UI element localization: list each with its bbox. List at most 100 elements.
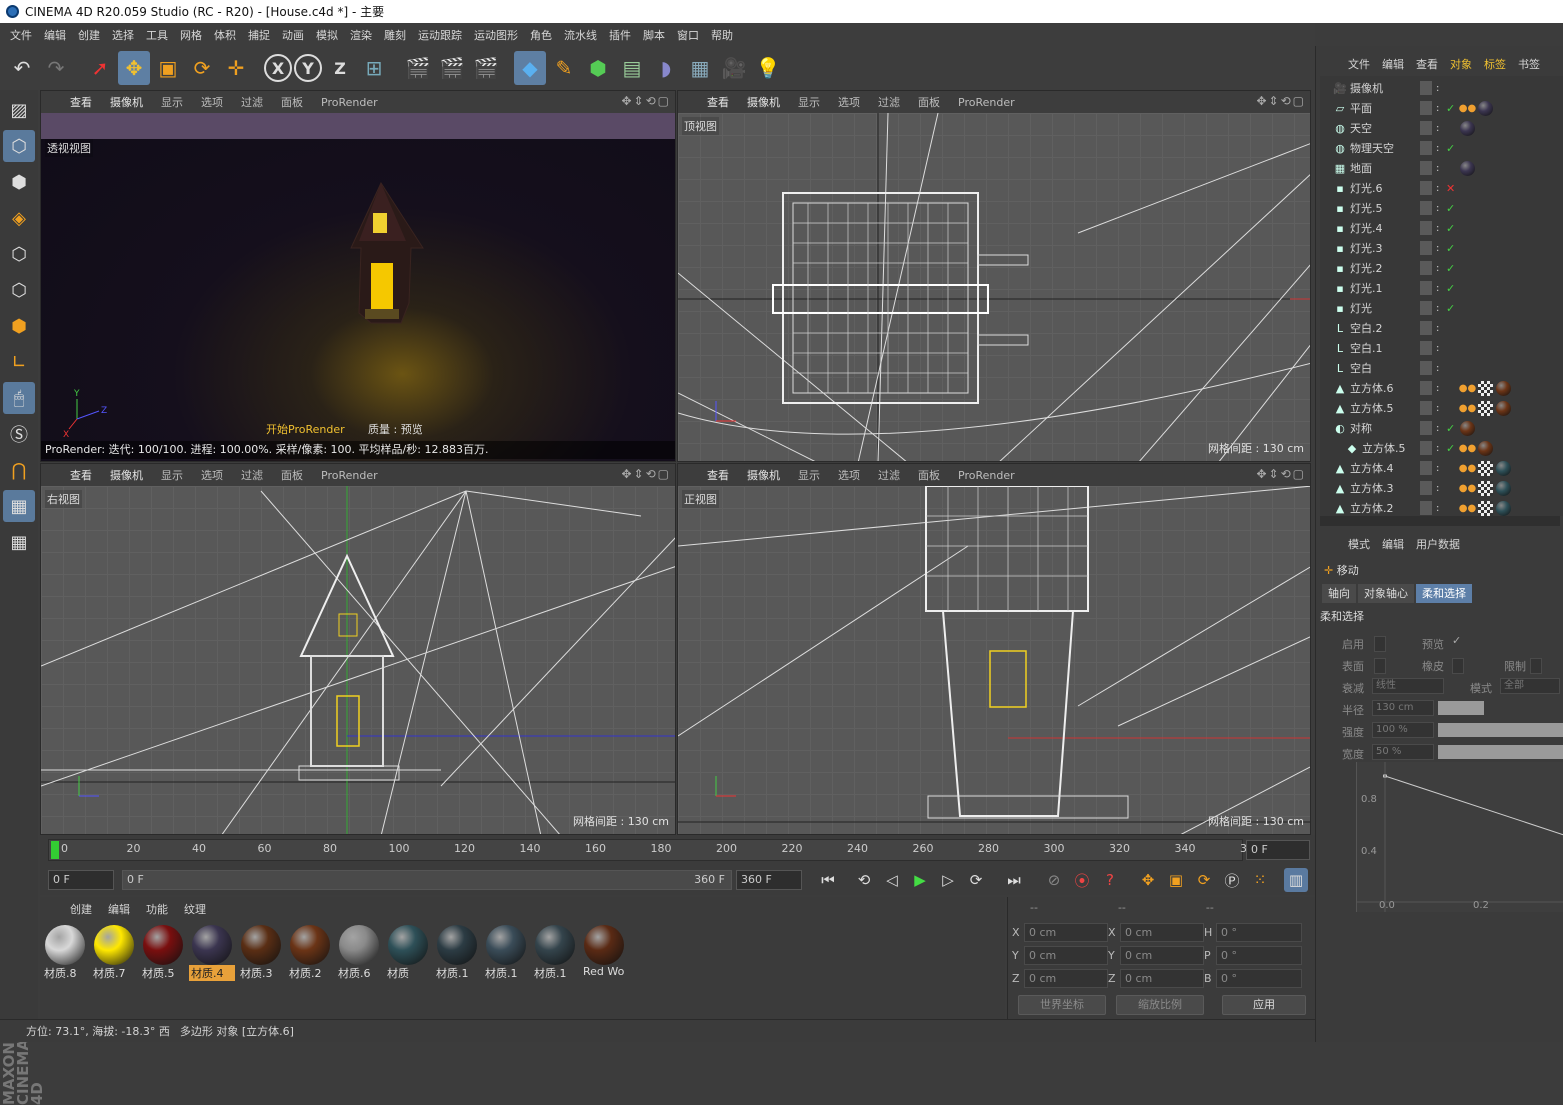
object-enabled-check[interactable]: ✓ — [1446, 422, 1455, 435]
coord-field[interactable]: 0 cm — [1024, 923, 1108, 942]
visibility-toggle[interactable] — [1420, 481, 1432, 495]
viewport-top[interactable]: 查看 摄像机 显示 选项 过滤 面板 ProRender ✥⇕⟲▢ 顶视图 网格… — [677, 90, 1311, 462]
phong-tag-icon[interactable]: ●● — [1459, 441, 1476, 456]
viewport-menu-item[interactable]: 摄像机 — [738, 94, 789, 110]
object-row[interactable]: ▪ 灯光.3: ✓ — [1320, 238, 1563, 258]
x-axis-lock-icon[interactable]: X — [264, 54, 292, 82]
menu-item[interactable]: 雕刻 — [378, 27, 412, 43]
object-menu-item[interactable]: 对象 — [1444, 56, 1478, 72]
go-to-end-icon[interactable]: ⏭ — [1002, 868, 1026, 892]
viewport-menu-item[interactable]: 查看 — [61, 467, 101, 483]
make-editable-icon[interactable]: ▨ — [3, 94, 35, 126]
editor-render-dots[interactable]: : — [1436, 343, 1439, 354]
menu-item[interactable]: 运动图形 — [468, 27, 524, 43]
object-row[interactable]: L 空白.1: — [1320, 338, 1563, 358]
key-rotation-icon[interactable]: ⟳ — [1192, 868, 1216, 892]
viewport-menu-item[interactable]: 过滤 — [232, 94, 272, 110]
attribute-menu-item[interactable]: 用户数据 — [1410, 536, 1466, 552]
material-tag-icon[interactable] — [1460, 420, 1475, 436]
workplane-align-icon[interactable]: ▦ — [3, 526, 35, 558]
visibility-toggle[interactable] — [1420, 281, 1432, 295]
timeline-window-icon[interactable]: ▥ — [1284, 868, 1308, 892]
visibility-toggle[interactable] — [1420, 241, 1432, 255]
viewport-perspective[interactable]: 查看 摄像机 显示 选项 过滤 面板 ProRender ✥⇕⟲▢ Y Z X 透视视图 开… — [40, 90, 676, 462]
radius-field[interactable]: 130 cm — [1372, 700, 1434, 716]
coord-field[interactable]: 0 cm — [1024, 946, 1108, 965]
object-enabled-check[interactable]: ✓ — [1446, 242, 1455, 255]
magnet-snap-icon[interactable]: ⋂ — [3, 454, 35, 486]
object-row[interactable]: ▲ 立方体.2: ●● — [1320, 498, 1563, 518]
redo-icon[interactable]: ↷ — [40, 51, 72, 85]
visibility-toggle[interactable] — [1420, 501, 1432, 515]
viewport-menu-item[interactable]: 面板 — [909, 94, 949, 110]
viewport-menu-item[interactable]: 选项 — [829, 94, 869, 110]
object-enabled-check[interactable]: ✓ — [1446, 302, 1455, 315]
object-enabled-check[interactable]: ✓ — [1446, 102, 1455, 115]
phong-tag-icon[interactable]: ●● — [1459, 501, 1476, 516]
object-row[interactable]: ▲ 立方体.3: ●● — [1320, 478, 1563, 498]
viewport-menu-item[interactable]: 选项 — [192, 94, 232, 110]
play-icon[interactable]: ▶ — [908, 868, 932, 892]
width-field[interactable]: 50 % — [1372, 744, 1434, 760]
material-tag-icon[interactable] — [1496, 400, 1511, 416]
viewport-menu-item[interactable]: 面板 — [272, 94, 312, 110]
previous-frame-icon[interactable]: ◁ — [880, 868, 904, 892]
object-enabled-check[interactable]: ✕ — [1446, 182, 1455, 195]
scene-floor-icon[interactable]: ▦ — [684, 51, 716, 85]
editor-render-dots[interactable]: : — [1436, 423, 1439, 434]
render-view-icon[interactable]: 🎬 — [402, 51, 434, 85]
apply-button[interactable]: 应用 — [1222, 995, 1306, 1015]
viewport-menu-item[interactable]: 选项 — [192, 467, 232, 483]
previous-key-icon[interactable]: ⟲ — [852, 868, 876, 892]
menu-item[interactable]: 体积 — [208, 27, 242, 43]
visibility-toggle[interactable] — [1420, 81, 1432, 95]
menu-item[interactable]: 动画 — [276, 27, 310, 43]
viewport-menu-item[interactable]: 显示 — [152, 467, 192, 483]
object-enabled-check[interactable]: ✓ — [1446, 142, 1455, 155]
object-row[interactable]: L 空白: — [1320, 358, 1563, 378]
attribute-tab[interactable]: 柔和选择 — [1416, 584, 1472, 603]
radius-slider[interactable] — [1438, 701, 1484, 715]
coord-field[interactable]: 0 cm — [1120, 969, 1204, 988]
menu-item[interactable]: 模拟 — [310, 27, 344, 43]
material-tag-icon[interactable] — [1460, 160, 1475, 176]
coordinate-system-icon[interactable]: ⊞ — [358, 51, 390, 85]
material-swatch[interactable]: Red Wo — [581, 925, 627, 985]
editor-render-dots[interactable]: : — [1436, 243, 1439, 254]
phong-tag-icon[interactable]: ●● — [1459, 101, 1476, 116]
coord-field[interactable]: 0 ° — [1216, 923, 1302, 942]
object-list-scrollbar[interactable] — [1320, 516, 1560, 526]
light-object-icon[interactable]: 💡 — [752, 51, 784, 85]
viewport-menu-item[interactable]: ProRender — [949, 96, 1024, 109]
visibility-toggle[interactable] — [1420, 441, 1432, 455]
visibility-toggle[interactable] — [1420, 161, 1432, 175]
model-mode-icon[interactable]: ⬡ — [3, 130, 35, 162]
editor-render-dots[interactable]: : — [1436, 203, 1439, 214]
visibility-toggle[interactable] — [1420, 321, 1432, 335]
material-swatch[interactable]: 材质.1 — [483, 925, 529, 985]
editor-render-dots[interactable]: : — [1436, 103, 1439, 114]
menu-item[interactable]: 选择 — [106, 27, 140, 43]
key-pla-icon[interactable]: ⁙ — [1248, 868, 1272, 892]
enable-checkbox[interactable] — [1374, 636, 1386, 652]
start-prorender-button[interactable]: 开始ProRender — [266, 421, 345, 437]
viewport-menu-item[interactable]: 过滤 — [869, 467, 909, 483]
material-tag-icon[interactable] — [1496, 500, 1511, 516]
strength-field[interactable]: 100 % — [1372, 722, 1434, 738]
editor-render-dots[interactable]: : — [1436, 383, 1439, 394]
attribute-tab[interactable]: 轴向 — [1322, 584, 1356, 603]
menu-item[interactable]: 网格 — [174, 27, 208, 43]
texture-tag-icon[interactable] — [1478, 480, 1493, 496]
coord-field[interactable]: 0 ° — [1216, 946, 1302, 965]
viewport-menu-item[interactable]: 查看 — [698, 94, 738, 110]
phong-tag-icon[interactable]: ●● — [1459, 481, 1476, 496]
viewport-menu-item[interactable]: 面板 — [272, 467, 312, 483]
material-swatch[interactable]: 材质 — [385, 925, 431, 985]
viewport-menu-item[interactable]: 查看 — [698, 467, 738, 483]
attribute-tab[interactable]: 对象轴心 — [1358, 584, 1414, 603]
record-keys-icon[interactable]: ⊘ — [1042, 868, 1066, 892]
go-to-start-icon[interactable]: ⏮ — [816, 868, 840, 892]
scale-tool-icon[interactable]: ▣ — [152, 51, 184, 85]
visibility-toggle[interactable] — [1420, 421, 1432, 435]
visibility-toggle[interactable] — [1420, 341, 1432, 355]
